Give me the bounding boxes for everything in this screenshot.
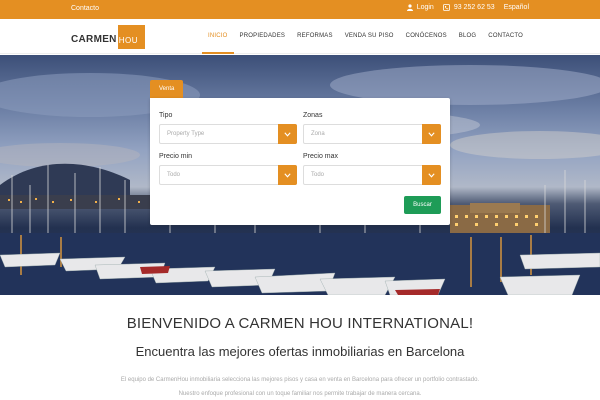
language-selector[interactable]: Español [504,4,529,11]
nav-item-propiedades[interactable]: PROPIEDADES [234,19,292,54]
tipo-field: Tipo Property Type [159,112,297,144]
tipo-placeholder: Property Type [167,131,205,137]
language-label: Español [503,4,529,11]
precio-min-value: Todo [167,172,181,178]
site-logo[interactable]: CARMEN HOU [71,25,145,49]
precio-max-label: Precio max [303,153,339,160]
chevron-down-icon[interactable] [278,124,297,144]
login-label: Login [416,4,434,11]
chevron-down-icon[interactable] [422,165,441,185]
topbar-contact-link[interactable]: Contacto [71,5,99,12]
phone-link[interactable]: 93 252 62 53 [442,4,495,11]
welcome-title: BIENVENIDO A CARMEN HOU INTERNATIONAL! [126,315,474,332]
logo-text-hou: HOU [117,25,145,49]
nav-item-contacto[interactable]: CONTACTO [482,19,529,54]
zonas-field: Zonas Zona [303,112,441,144]
precio-min-select[interactable]: Todo [159,165,297,185]
logo-text-carmen: CARMEN [71,34,117,45]
zonas-placeholder: Zona [311,131,325,137]
site-header: CARMEN HOU INICIO PROPIEDADES REFORMAS V… [0,19,600,54]
phone-number: 93 252 62 53 [453,4,495,11]
nav-item-conocenos[interactable]: CONÓCENOS [400,19,453,54]
nav-item-inicio[interactable]: INICIO [202,19,234,54]
user-icon [406,4,413,11]
precio-max-value: Todo [311,172,325,178]
precio-min-label: Precio min [159,153,193,160]
tab-venta[interactable]: Venta [150,80,183,99]
main-nav: INICIO PROPIEDADES REFORMAS VENDA SU PIS… [202,19,529,54]
precio-max-select[interactable]: Todo [303,165,441,185]
nav-item-blog[interactable]: BLOG [453,19,482,54]
zonas-select[interactable]: Zona [303,124,441,144]
chevron-down-icon[interactable] [278,165,297,185]
login-link[interactable]: Login [406,4,434,11]
top-bar: Contacto Login 93 252 62 53 Español [0,0,600,19]
welcome-subtitle: Encuentra las mejores ofertas inmobiliar… [135,344,465,359]
nav-item-reformas[interactable]: REFORMAS [291,19,339,54]
precio-max-field: Precio max Todo [303,153,441,185]
tipo-select[interactable]: Property Type [159,124,297,144]
nav-item-venda-su-piso[interactable]: VENDA SU PISO [339,19,400,54]
welcome-text: El equipo de CarmenHou inmobiliaria sele… [120,377,480,397]
phone-icon [442,4,450,11]
property-search-form: Tipo Property Type Zonas Zona Precio min… [150,98,450,225]
search-button[interactable]: Buscar [404,196,441,214]
tipo-label: Tipo [159,112,173,119]
chevron-down-icon[interactable] [422,124,441,144]
zonas-label: Zonas [303,112,323,119]
precio-min-field: Precio min Todo [159,153,297,185]
